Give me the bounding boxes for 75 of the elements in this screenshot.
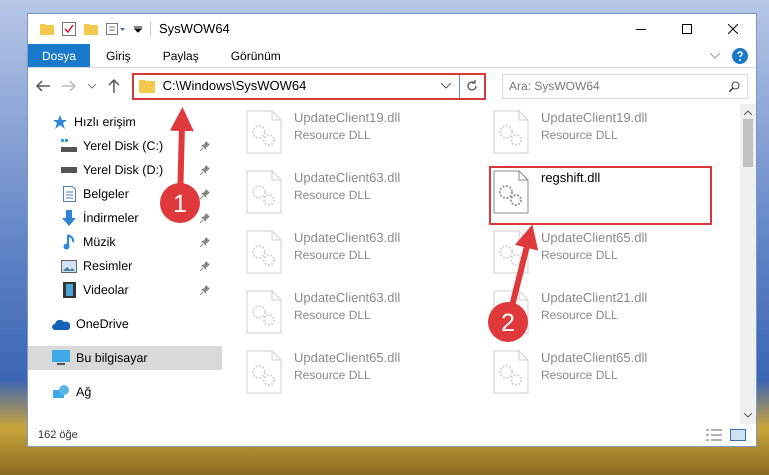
chevron-down-icon[interactable]	[88, 84, 96, 88]
nav-item[interactable]: Ağ	[28, 380, 222, 404]
pin-icon[interactable]	[200, 213, 210, 223]
nav-item[interactable]: Yerel Disk (C:)	[83, 136, 164, 156]
file-type: Resource DLL	[541, 307, 619, 324]
file-type: Resource DLL	[541, 127, 619, 144]
dll-file-icon	[246, 230, 282, 274]
ribbon-tab[interactable]: Görünüm	[214, 44, 297, 67]
cloud-icon	[52, 318, 70, 330]
up-arrow-icon[interactable]	[108, 79, 120, 93]
nav-item[interactable]: Hızlı erişim	[28, 110, 222, 134]
nav-item[interactable]: OneDrive	[28, 312, 222, 336]
window-title: SysWOW64	[159, 20, 230, 38]
file-type: Resource DLL	[294, 307, 372, 324]
picture-icon	[61, 260, 77, 272]
back-arrow-icon[interactable]	[36, 80, 50, 92]
file-type: Resource DLL	[541, 367, 619, 384]
pin-icon[interactable]	[200, 261, 210, 271]
details-view-icon[interactable]	[706, 429, 722, 441]
film-icon	[62, 282, 76, 298]
pin-icon[interactable]	[200, 189, 210, 199]
dropdown-icon[interactable]	[134, 25, 142, 33]
nav-item[interactable]: Yerel Disk (D:)	[83, 160, 164, 180]
address-path: C:\Windows\SysWOW64	[162, 77, 306, 96]
file-type: Resource DLL	[294, 367, 372, 384]
file-type: Resource DLL	[294, 247, 372, 264]
dll-file-icon	[246, 290, 282, 334]
dll-file-icon	[493, 350, 529, 394]
pin-icon[interactable]	[200, 237, 210, 247]
dll-file-icon	[246, 350, 282, 394]
nav-item[interactable]: Resimler	[83, 256, 132, 276]
dll-file-icon	[246, 110, 282, 154]
help-icon[interactable]	[732, 48, 748, 64]
pin-icon[interactable]	[200, 165, 210, 175]
dll-file-icon	[493, 230, 529, 274]
file-type: Resource DLL	[541, 247, 619, 264]
large-icons-view-icon[interactable]	[730, 429, 746, 441]
scrollbar[interactable]	[740, 104, 756, 424]
ribbon-tab[interactable]: Dosya	[28, 44, 90, 67]
nav-item[interactable]: Belgeler	[83, 184, 129, 204]
network-icon	[52, 384, 70, 400]
star-icon	[52, 114, 68, 130]
dll-file-icon	[246, 170, 282, 214]
address-bar[interactable]: C:\Windows\SysWOW64	[132, 72, 486, 100]
dll-file-icon	[493, 110, 529, 154]
file-name[interactable]: regshift.dll	[541, 170, 600, 186]
scroll-thumb[interactable]	[743, 119, 753, 167]
drive-icon	[61, 167, 77, 173]
nav-item[interactable]: Müzik	[83, 232, 116, 252]
ribbon-tab[interactable]: Giriş	[90, 44, 147, 67]
nav-item[interactable]: Bu bilgisayar	[28, 346, 222, 370]
close-icon	[728, 24, 738, 34]
file-type: Resource DLL	[294, 127, 372, 144]
folder-icon	[138, 79, 155, 93]
search-icon[interactable]	[728, 80, 740, 92]
pin-icon[interactable]	[200, 141, 210, 151]
nav-item[interactable]: Videolar	[83, 280, 129, 300]
chevron-down-icon[interactable]	[440, 83, 451, 89]
download-icon	[61, 210, 77, 226]
document-icon	[62, 186, 76, 202]
scroll-down-icon[interactable]	[744, 413, 752, 418]
search-field[interactable]: Ara: SysWOW64	[502, 74, 748, 98]
nav-item[interactable]: İndirmeler	[83, 208, 139, 228]
scroll-up-icon[interactable]	[744, 110, 752, 115]
checklist-icon[interactable]	[62, 22, 76, 36]
item-count: 162 öğe	[38, 428, 78, 443]
pin-icon[interactable]	[200, 285, 210, 295]
music-note-icon	[63, 234, 75, 250]
ribbon-tab[interactable]: Paylaş	[146, 44, 215, 67]
properties-icon[interactable]	[106, 23, 126, 35]
monitor-icon	[52, 350, 70, 366]
refresh-icon[interactable]	[466, 80, 478, 92]
dll-file-icon	[493, 170, 529, 214]
file-type: Resource DLL	[294, 187, 372, 204]
drive-icon	[61, 139, 77, 153]
